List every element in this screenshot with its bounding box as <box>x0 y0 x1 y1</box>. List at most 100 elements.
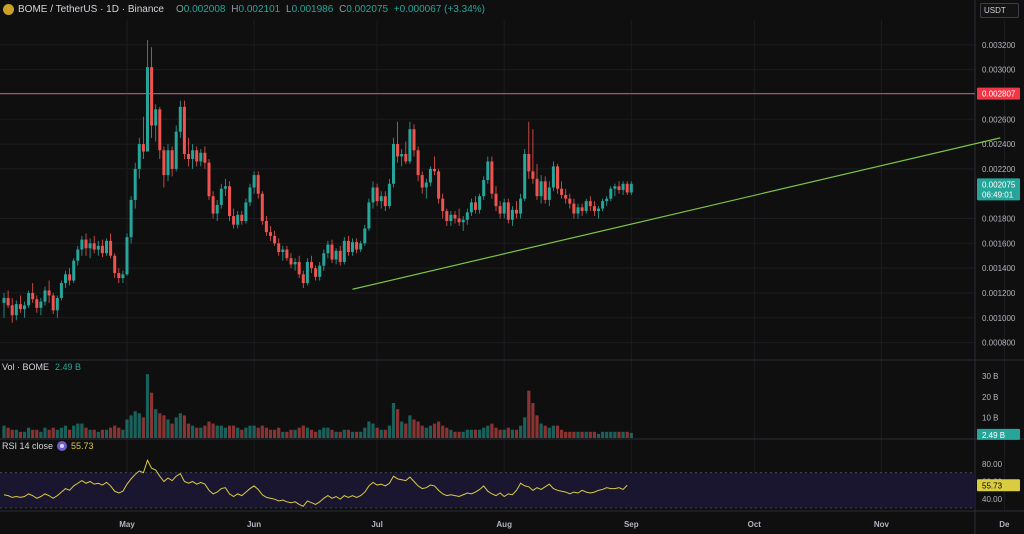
volume-bar <box>424 427 428 438</box>
volume-bar <box>178 413 182 438</box>
volume-bar <box>334 431 338 438</box>
volume-bar <box>59 427 63 438</box>
candle-body <box>174 131 178 169</box>
volume-bar <box>547 427 551 438</box>
candle-body <box>469 202 473 213</box>
volume-tick-label: 30 B <box>982 372 998 381</box>
time-tick-label: Aug <box>496 520 512 529</box>
candle-body <box>424 182 428 188</box>
candle-body <box>281 249 285 253</box>
volume-bar <box>318 429 322 438</box>
price-chart[interactable]: 0.0032000.0030000.0028000.0026000.002400… <box>0 0 1024 534</box>
candle-body <box>576 207 580 214</box>
volume-value: 2.49 B <box>55 362 82 372</box>
volume-bar <box>342 429 346 438</box>
ohlc-legend: O0.002008 H0.002101 L0.001986 C0.002075 … <box>176 4 488 15</box>
volume-bar <box>408 415 412 438</box>
candle-body <box>621 183 625 190</box>
volume-bar <box>350 431 355 438</box>
volume-bar <box>191 425 195 438</box>
volume-bar <box>145 374 150 438</box>
volume-bar <box>22 431 27 438</box>
candle-body <box>305 261 309 284</box>
candle-body <box>80 239 84 250</box>
volume-bar <box>154 409 158 438</box>
candle-body <box>556 166 559 189</box>
symbol-title[interactable]: BOME / TetherUS · 1D · Binance <box>18 4 164 15</box>
candle-body <box>141 144 145 152</box>
candle-body <box>478 196 482 210</box>
volume-bar <box>281 431 285 438</box>
volume-bar <box>55 429 59 438</box>
rsi-settings-icon[interactable] <box>57 441 68 451</box>
candle-body <box>199 152 203 162</box>
candle-body <box>31 292 35 300</box>
volume-bar <box>301 425 305 438</box>
candle-body <box>158 109 162 151</box>
candle-body <box>404 154 408 162</box>
candle-body <box>297 261 301 275</box>
volume-bar <box>195 427 199 438</box>
trendline <box>352 137 1001 290</box>
candle-body <box>215 204 219 214</box>
candle-body <box>51 295 55 311</box>
candle-body <box>92 243 96 250</box>
volume-bar <box>285 431 289 438</box>
volume-last-tag-text: 2.49 B <box>982 431 1005 440</box>
candle-body <box>182 106 186 154</box>
currency-button[interactable]: USDT <box>980 3 1019 18</box>
candle-body <box>396 144 400 157</box>
volume-bar <box>572 431 576 438</box>
volume-bar <box>252 425 256 438</box>
volume-bar <box>441 425 445 438</box>
volume-bar <box>375 427 379 438</box>
candle-body <box>572 203 576 214</box>
candle-body <box>613 186 617 189</box>
candle-body <box>523 154 527 199</box>
volume-bar <box>584 431 588 438</box>
volume-bar <box>51 427 55 438</box>
candle-body <box>154 109 158 126</box>
candle-body <box>482 180 486 197</box>
candle-body <box>474 202 477 210</box>
volume-bar <box>133 411 137 438</box>
candle-body <box>367 202 371 229</box>
volume-bar <box>564 431 568 438</box>
candle-body <box>486 161 490 181</box>
candle-body <box>543 181 547 200</box>
price-tick-label: 0.001400 <box>982 264 1016 273</box>
volume-bar <box>76 423 80 438</box>
trendline-layer[interactable] <box>352 137 1001 290</box>
candle-body <box>617 186 621 190</box>
candle-body <box>244 202 248 221</box>
candle-body <box>375 187 379 202</box>
price-tick-label: 0.002600 <box>982 115 1016 124</box>
price-tick-label: 0.003000 <box>982 66 1016 75</box>
candle-body <box>6 297 10 306</box>
candle-body <box>351 242 354 253</box>
rsi-value: 55.73 <box>71 441 94 451</box>
volume-bar <box>326 427 330 438</box>
candle-body <box>592 206 596 212</box>
volume-bar <box>170 423 174 438</box>
volume-bar <box>14 429 18 438</box>
candle-body <box>260 193 264 221</box>
candle-body <box>236 214 240 225</box>
volume-bar <box>88 429 92 438</box>
open-label: O <box>175 3 184 15</box>
candle-body <box>269 232 272 236</box>
rsi-tick-label: 80.00 <box>982 460 1003 469</box>
candle-body <box>334 250 338 260</box>
candle-body <box>301 274 305 284</box>
volume-bar <box>519 425 523 438</box>
volume-bar <box>129 415 133 438</box>
time-tick-label: Oct <box>748 520 762 529</box>
rsi-layer <box>0 459 975 509</box>
volume-bar <box>498 429 502 438</box>
candle-body <box>252 175 256 188</box>
candle-body <box>449 214 453 221</box>
candle-body <box>273 235 277 244</box>
candle-body <box>408 129 412 162</box>
volume-bar <box>338 431 342 438</box>
candle-body <box>35 299 39 308</box>
